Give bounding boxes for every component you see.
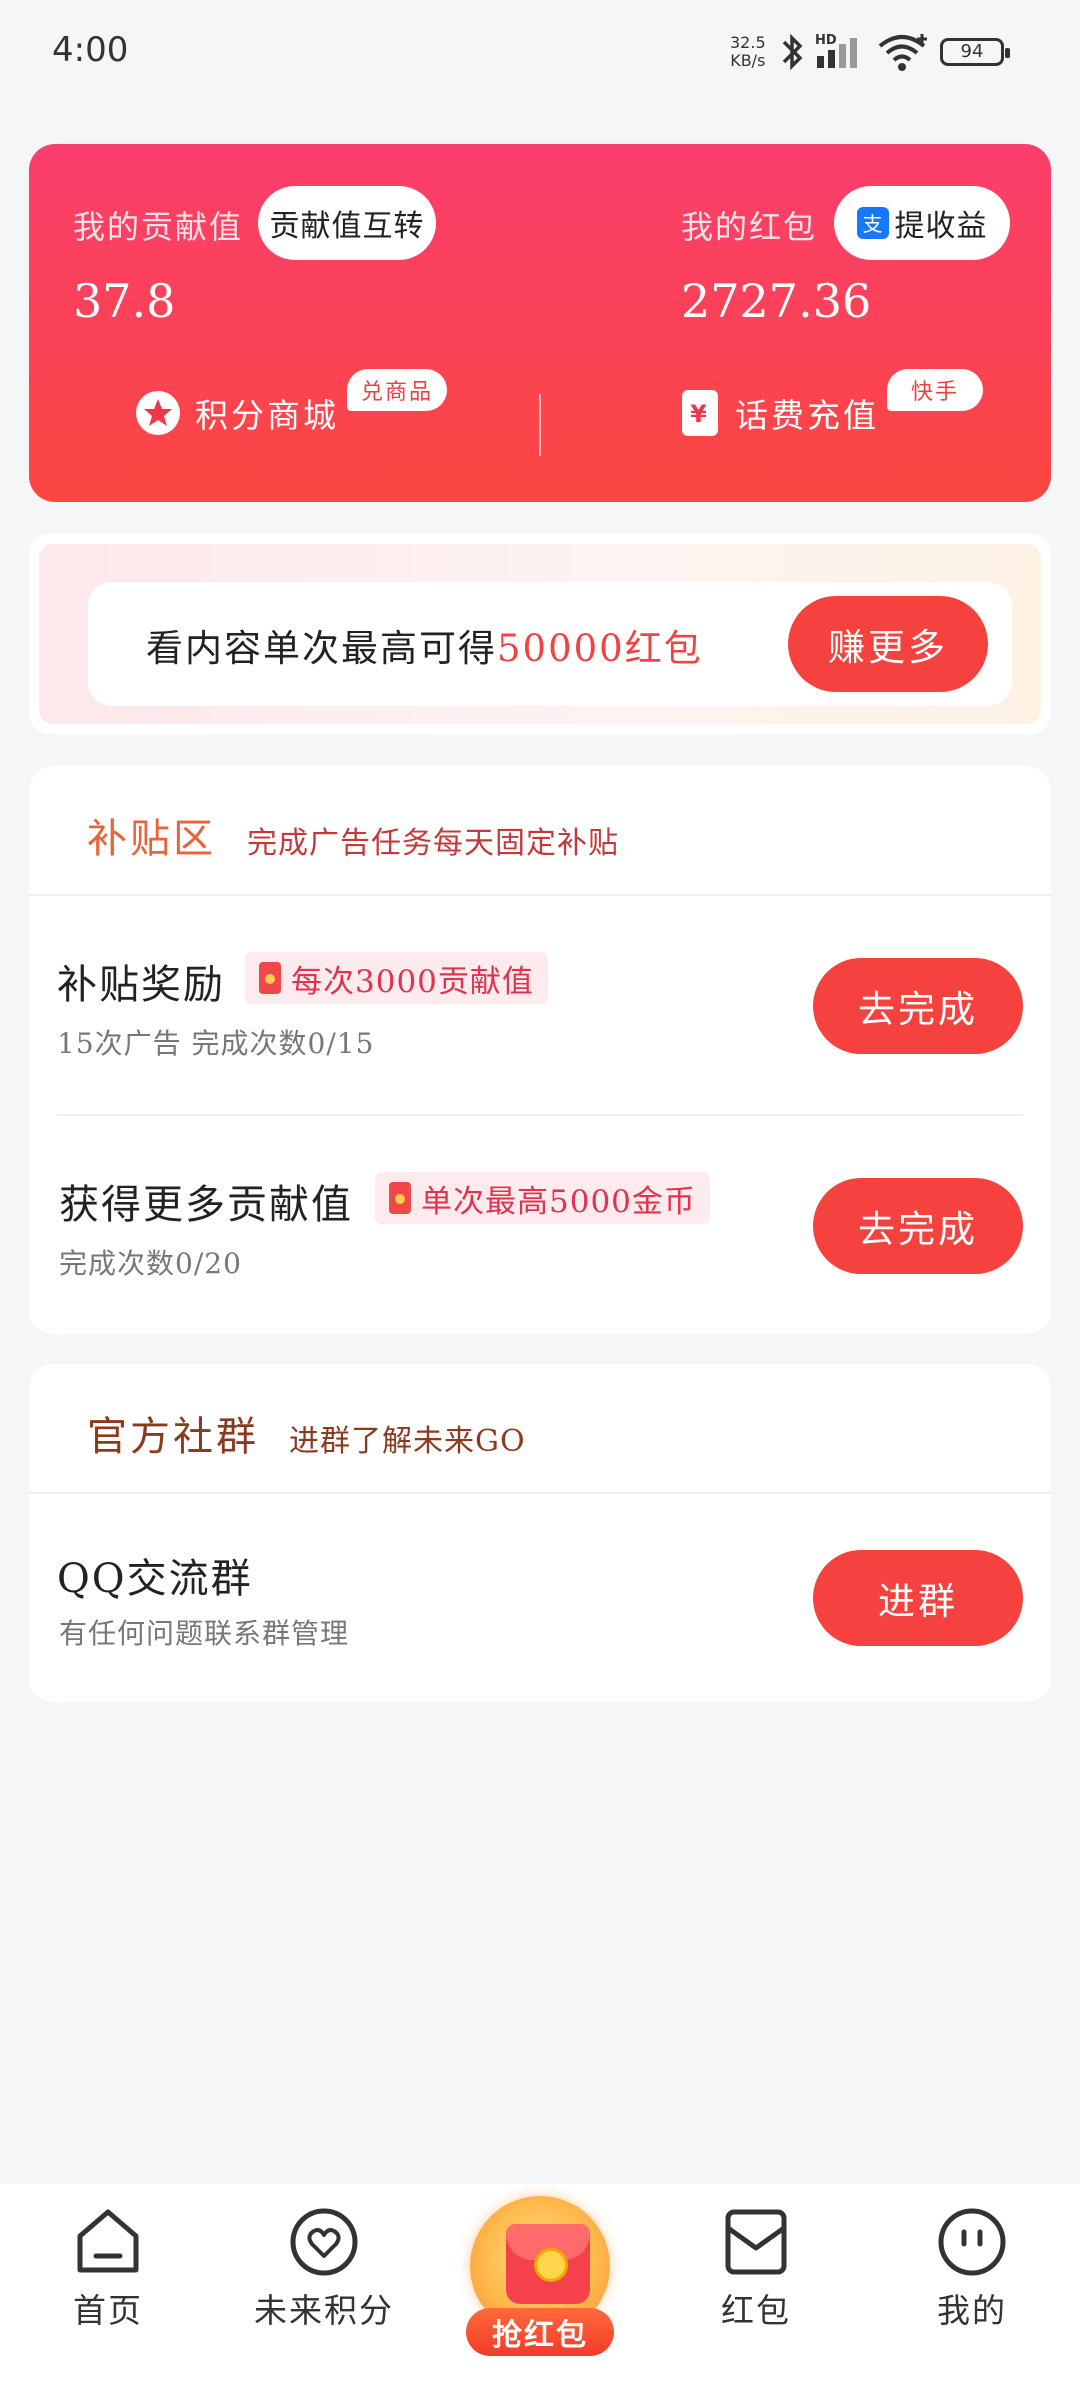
- redpacket-icon: [725, 2209, 787, 2275]
- subsidy-row-1-button[interactable]: 去完成: [813, 958, 1023, 1054]
- withdraw-button[interactable]: 支 提收益: [834, 186, 1010, 260]
- subsidy-title: 补贴区: [87, 816, 216, 862]
- envelope-icon: [389, 1182, 411, 1214]
- subsidy-row-2-detail: 完成次数0/20: [59, 1247, 242, 1280]
- signal-icon: HD: [815, 33, 857, 68]
- tab-redpacket[interactable]: 红包: [676, 2206, 836, 2332]
- contribution-label: 我的贡献值: [73, 208, 244, 246]
- redpacket-label: 我的红包: [681, 208, 818, 246]
- envelope-icon: [259, 962, 281, 994]
- tab-grab-label: 抢红包: [466, 2308, 614, 2356]
- points-mall-button[interactable]: 积分商城: [135, 389, 339, 437]
- svg-text:HD: HD: [815, 33, 837, 48]
- wifi-icon: [878, 34, 927, 71]
- recharge-label: 话费充值: [735, 396, 879, 435]
- tab-grab-redpacket[interactable]: 抢红包: [462, 2196, 618, 2372]
- tab-home-label: 首页: [73, 2291, 143, 2330]
- earn-banner: 看内容单次最高可得50000红包 赚更多: [29, 534, 1051, 734]
- subsidy-row-1-detail: 15次广告 完成次数0/15: [57, 1027, 375, 1060]
- net-speed: 32.5 KB/s: [730, 34, 766, 70]
- community-subtitle: 进群了解未来GO: [289, 1424, 526, 1459]
- net-speed-value: 32.5: [730, 33, 766, 52]
- community-title: 官方社群: [87, 1414, 259, 1460]
- status-bar: 4:00 32.5 KB/s HD 94: [0, 0, 1080, 110]
- points-mall-label: 积分商城: [195, 396, 339, 435]
- row-divider: [57, 1114, 1023, 1116]
- tab-mine-label: 我的: [937, 2291, 1007, 2330]
- banner-background: 看内容单次最高可得50000红包 赚更多: [39, 544, 1041, 724]
- svg-text:支: 支: [862, 212, 883, 236]
- card-divider: [539, 394, 541, 456]
- grab-coin: [534, 2248, 568, 2282]
- tab-redpacket-label: 红包: [721, 2291, 791, 2330]
- bluetooth-icon: [782, 33, 803, 71]
- subsidy-row-1-title: 补贴奖励: [57, 962, 225, 1008]
- subsidy-row-2-badge: 单次最高5000金币: [375, 1172, 710, 1224]
- recharge-button[interactable]: ¥ 话费充值: [681, 389, 879, 437]
- tab-points-label: 未来积分: [254, 2291, 394, 2330]
- subsidy-row-1-badge-text: 每次3000贡献值: [291, 963, 534, 1000]
- redpacket-value: 2727.36: [681, 274, 872, 328]
- tab-points[interactable]: 未来积分: [244, 2206, 404, 2332]
- banner-text-highlight: 50000红包: [497, 627, 703, 670]
- tab-mine[interactable]: 我的: [892, 2206, 1052, 2332]
- tab-home[interactable]: 首页: [28, 2206, 188, 2332]
- subsidy-row-2-badge-text: 单次最高5000金币: [421, 1183, 696, 1220]
- recharge-tag: 快手: [887, 369, 983, 411]
- qq-group-title: QQ交流群: [57, 1556, 253, 1602]
- points-mall-tag: 兑商品: [347, 369, 447, 411]
- join-group-button[interactable]: 进群: [813, 1550, 1023, 1646]
- alipay-icon: 支: [856, 207, 889, 239]
- subsidy-row-2-title: 获得更多贡献值: [59, 1182, 353, 1228]
- banner-text-prefix: 看内容单次最高可得: [146, 627, 497, 670]
- home-icon: [77, 2209, 139, 2273]
- subsidy-header: 补贴区 完成广告任务每天固定补贴: [29, 766, 1051, 896]
- status-time: 4:00: [52, 30, 129, 70]
- withdraw-label: 提收益: [894, 209, 988, 244]
- community-section: 官方社群 进群了解未来GO QQ交流群 有任何问题联系群管理 进群: [29, 1364, 1051, 1702]
- wallet-card: 我的贡献值 贡献值互转 37.8 我的红包 支 提收益 2727.36 积分商城…: [29, 144, 1051, 502]
- svg-text:¥: ¥: [690, 400, 710, 428]
- subsidy-subtitle: 完成广告任务每天固定补贴: [247, 826, 619, 861]
- star-icon: [136, 391, 180, 435]
- contribution-value: 37.8: [73, 274, 176, 328]
- qq-group-detail: 有任何问题联系群管理: [59, 1617, 350, 1650]
- subsidy-row-2-button[interactable]: 去完成: [813, 1178, 1023, 1274]
- earn-more-button[interactable]: 赚更多: [788, 596, 988, 692]
- yen-icon: ¥: [682, 390, 718, 436]
- banner-box: 看内容单次最高可得50000红包 赚更多: [88, 582, 1012, 706]
- community-header: 官方社群 进群了解未来GO: [29, 1364, 1051, 1494]
- banner-text: 看内容单次最高可得50000红包: [146, 618, 703, 672]
- subsidy-row-1-badge: 每次3000贡献值: [245, 952, 548, 1004]
- subsidy-section: 补贴区 完成广告任务每天固定补贴 补贴奖励 每次3000贡献值 15次广告 完成…: [29, 766, 1051, 1334]
- face-icon: [938, 2208, 1006, 2276]
- net-speed-unit: KB/s: [730, 51, 766, 70]
- contribution-transfer-button[interactable]: 贡献值互转: [258, 186, 436, 260]
- battery-icon: 94: [940, 38, 1010, 66]
- heart-icon: [290, 2208, 358, 2276]
